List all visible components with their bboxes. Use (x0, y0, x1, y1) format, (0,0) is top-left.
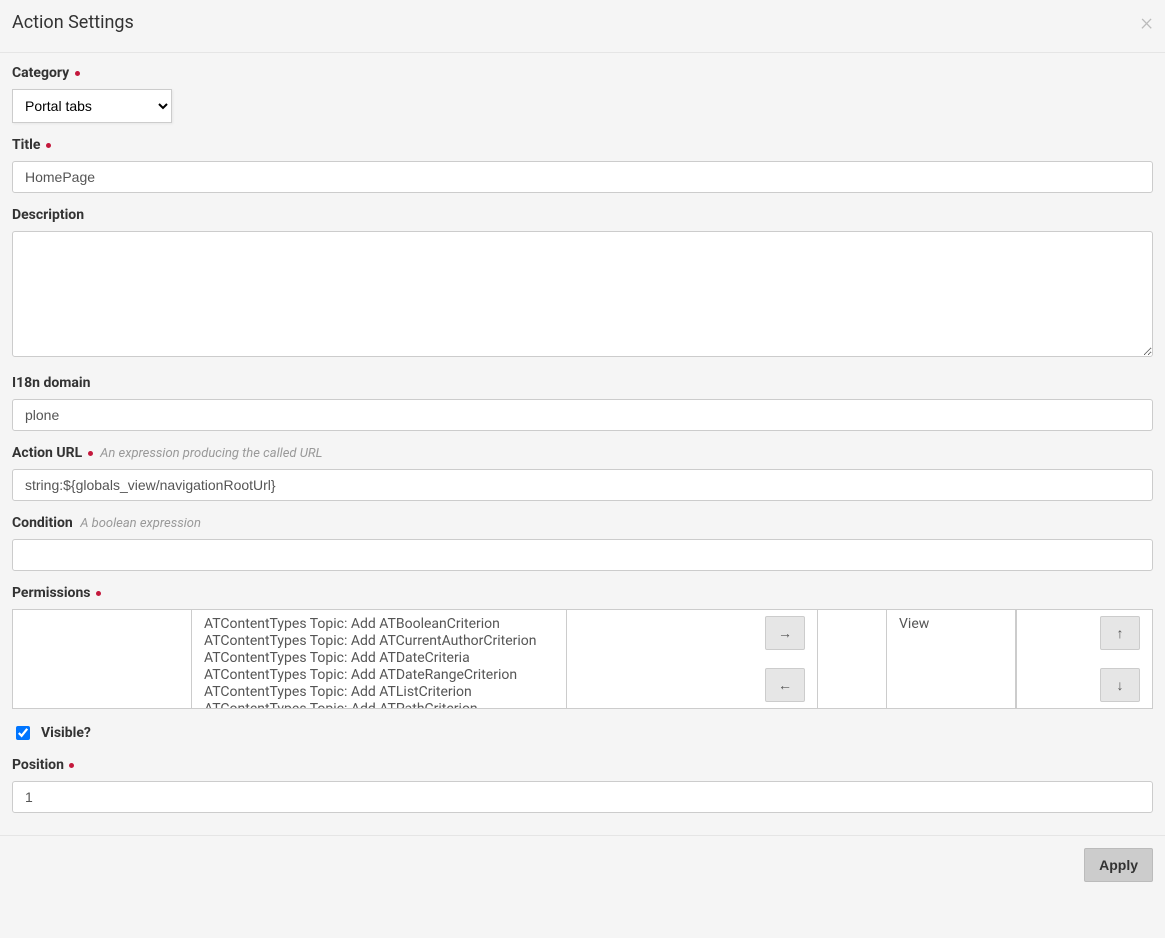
label-text: Condition (12, 515, 73, 531)
close-icon[interactable]: × (1140, 10, 1153, 34)
required-dot-icon (69, 763, 74, 768)
list-item[interactable]: ATContentTypes Topic: Add ATDateCriteria (204, 650, 554, 667)
dialog-body: Category Portal tabs Title Description I… (0, 53, 1165, 835)
permissions-available-list[interactable]: ATContentTypes Topic: Add ATBooleanCrite… (191, 610, 567, 708)
move-down-button[interactable]: ↓ (1100, 668, 1140, 702)
move-right-button[interactable]: → (765, 616, 805, 650)
label-position: Position (12, 757, 1153, 773)
arrow-left-icon: ← (778, 677, 792, 694)
field-visible: Visible? (12, 723, 1153, 743)
permissions-order-buttons: ↑ ↓ (1017, 610, 1152, 708)
field-i18n-domain: I18n domain (12, 375, 1153, 431)
field-title: Title (12, 137, 1153, 193)
label-description: Description (12, 207, 1153, 223)
apply-button[interactable]: Apply (1084, 848, 1153, 882)
label-visible: Visible? (41, 725, 91, 741)
permissions-widget: ATContentTypes Topic: Add ATBooleanCrite… (12, 609, 1153, 709)
visible-checkbox[interactable] (16, 726, 30, 740)
action-settings-dialog: Action Settings × Category Portal tabs T… (0, 0, 1165, 894)
required-dot-icon (75, 71, 80, 76)
title-input[interactable] (12, 161, 1153, 193)
category-select[interactable]: Portal tabs (12, 89, 172, 123)
label-permissions: Permissions (12, 585, 1153, 601)
label-text: Category (12, 65, 69, 81)
field-description: Description (12, 207, 1153, 361)
required-dot-icon (88, 451, 93, 456)
condition-input[interactable] (12, 539, 1153, 571)
required-dot-icon (96, 591, 101, 596)
list-item[interactable]: ATContentTypes Topic: Add ATBooleanCrite… (204, 616, 554, 633)
hint-action-url: An expression producing the called URL (100, 446, 322, 461)
label-condition: Condition A boolean expression (12, 515, 1153, 531)
permissions-selected-wrap: View (817, 610, 1017, 708)
i18n-domain-input[interactable] (12, 399, 1153, 431)
list-item[interactable]: ATContentTypes Topic: Add ATCurrentAutho… (204, 633, 554, 650)
label-action-url: Action URL An expression producing the c… (12, 445, 1153, 461)
field-category: Category Portal tabs (12, 65, 1153, 123)
list-item[interactable]: ATContentTypes Topic: Add ATDateRangeCri… (204, 667, 554, 684)
permissions-spacer-left (13, 610, 191, 708)
arrow-down-icon: ↓ (1117, 677, 1124, 694)
dialog-header: Action Settings × (0, 0, 1165, 53)
field-position: Position (12, 757, 1153, 813)
label-text: Permissions (12, 585, 90, 601)
label-category: Category (12, 65, 1153, 81)
required-dot-icon (46, 143, 51, 148)
list-item[interactable]: ATContentTypes Topic: Add ATListCriterio… (204, 684, 554, 701)
list-item[interactable]: ATContentTypes Topic: Add ATPathCriterio… (204, 701, 554, 708)
action-url-input[interactable] (12, 469, 1153, 501)
dialog-title: Action Settings (12, 12, 134, 33)
label-title: Title (12, 137, 1153, 153)
field-action-url: Action URL An expression producing the c… (12, 445, 1153, 501)
label-text: Position (12, 757, 64, 773)
dialog-footer: Apply (0, 835, 1165, 894)
arrow-up-icon: ↑ (1117, 625, 1124, 642)
arrow-right-icon: → (778, 625, 792, 642)
position-input[interactable] (12, 781, 1153, 813)
field-permissions: Permissions ATContentTypes Topic: Add AT… (12, 585, 1153, 709)
permissions-selected-list[interactable]: View (886, 610, 1016, 708)
list-item[interactable]: View (899, 616, 1003, 632)
label-i18n-domain: I18n domain (12, 375, 1153, 391)
move-left-button[interactable]: ← (765, 668, 805, 702)
field-condition: Condition A boolean expression (12, 515, 1153, 571)
label-text: Action URL (12, 445, 82, 461)
description-textarea[interactable] (12, 231, 1153, 357)
move-up-button[interactable]: ↑ (1100, 616, 1140, 650)
permissions-transfer-buttons: → ← (567, 610, 817, 708)
label-text: Title (12, 137, 40, 153)
hint-condition: A boolean expression (80, 516, 201, 531)
